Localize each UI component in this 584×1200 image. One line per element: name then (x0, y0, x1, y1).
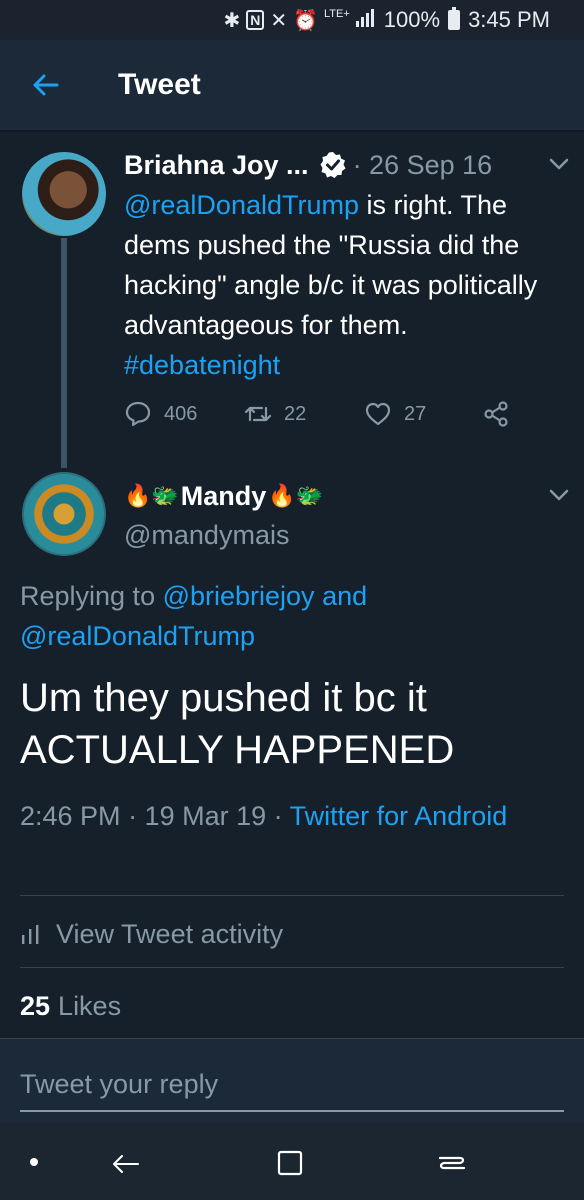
nav-recents-button[interactable] (266, 1138, 314, 1186)
likes-label: Likes (58, 990, 122, 1021)
tweet-source-link[interactable]: Twitter for Android (290, 801, 508, 831)
reply-count: 406 (164, 402, 198, 425)
mute-icon: ✕ (270, 9, 288, 32)
parent-tweet-date: · 26 Sep 16 (352, 149, 493, 180)
page-title: Tweet (118, 68, 201, 101)
battery-percent: 100% (383, 7, 441, 32)
reply-author-handle[interactable]: @mandymais (124, 520, 289, 551)
nav-dot-button[interactable] (10, 1138, 58, 1186)
status-icons: ✱ N ✕ ⏰ LTE+ (223, 7, 377, 33)
retweet-icon (244, 406, 272, 422)
fire-dragon-emoji: 🔥🐲 (268, 483, 324, 508)
replying-to: Replying to @briebriejoy and @realDonaldT… (20, 576, 560, 656)
status-bar: ✱ N ✕ ⏰ LTE+ 100% 3:45 PM (0, 0, 584, 40)
retweet-button[interactable]: 22 (244, 400, 306, 428)
bluetooth-icon: ✱ (223, 9, 241, 32)
retweet-count: 22 (284, 402, 307, 425)
like-button[interactable]: 27 (364, 400, 426, 428)
arrow-left-icon (33, 74, 59, 96)
reply-input[interactable] (20, 1058, 564, 1112)
replying-mention-2[interactable]: @realDonaldTrump (20, 621, 255, 651)
view-activity-label: View Tweet activity (56, 918, 284, 949)
likes-count: 25 (20, 990, 51, 1021)
chevron-down-icon[interactable] (548, 488, 570, 502)
reply-author-name[interactable]: 🔥🐲 Mandy 🔥🐲 (124, 478, 323, 514)
fire-dragon-emoji: 🔥🐲 (124, 483, 179, 508)
divider (20, 967, 564, 968)
navigation-bar (0, 1122, 584, 1200)
signal-icon (355, 7, 378, 33)
nfc-icon: N (246, 10, 265, 30)
clock: 3:45 PM (468, 7, 550, 32)
bar-chart-icon (22, 925, 39, 944)
parent-author-name[interactable]: Briahna Joy ... (124, 150, 309, 181)
divider (20, 895, 564, 896)
mention-link[interactable]: @realDonaldTrump (124, 190, 359, 220)
verified-badge-icon (320, 152, 346, 178)
view-activity-button[interactable]: View Tweet activity (20, 912, 283, 956)
chevron-down-icon[interactable] (548, 157, 570, 171)
back-arrow-icon (113, 1155, 139, 1173)
nav-home-button[interactable] (428, 1138, 476, 1186)
share-icon (484, 401, 508, 427)
reply-author-label: Mandy (180, 480, 267, 511)
back-button[interactable] (10, 40, 80, 130)
replying-mention-1[interactable]: @briebriejoy (163, 581, 315, 611)
recents-icon (277, 1150, 303, 1176)
reply-tweet-date: · 19 Mar 19 · (120, 801, 290, 831)
share-button[interactable] (482, 400, 510, 428)
heart-icon (365, 402, 391, 426)
parent-tweet-text: @realDonaldTrump is right. The dems push… (124, 185, 564, 385)
home-icon (438, 1156, 466, 1170)
reply-tweet-time: 2:46 PM (20, 801, 121, 831)
reply-tweet-meta: 2:46 PM · 19 Mar 19 · Twitter for Androi… (20, 796, 560, 836)
likes-row[interactable]: 25 Likes (20, 984, 121, 1028)
avatar-mandy[interactable] (22, 472, 106, 556)
reply-icon (125, 401, 151, 427)
parent-tweet-header: Briahna Joy ... · 26 Sep 16 (124, 145, 492, 185)
alarm-icon: ⏰ (293, 9, 318, 32)
reply-button[interactable]: 406 (124, 400, 197, 428)
reply-tweet-text: Um they pushed it bc it ACTUALLY HAPPENE… (20, 676, 455, 772)
battery-icon (448, 7, 461, 30)
nav-back-button[interactable] (102, 1138, 150, 1186)
thread-connector (61, 238, 67, 468)
dot-icon (30, 1158, 38, 1166)
app-header: Tweet (0, 40, 584, 130)
hashtag-link[interactable]: #debatenight (124, 350, 280, 380)
like-count: 27 (404, 402, 427, 425)
replying-and: and (314, 581, 368, 611)
avatar-briahna[interactable] (22, 152, 106, 236)
parent-tweet-actions: 406 22 27 (124, 400, 524, 436)
lte-icon: LTE+ (324, 7, 350, 20)
replying-label: Replying to (20, 581, 163, 611)
